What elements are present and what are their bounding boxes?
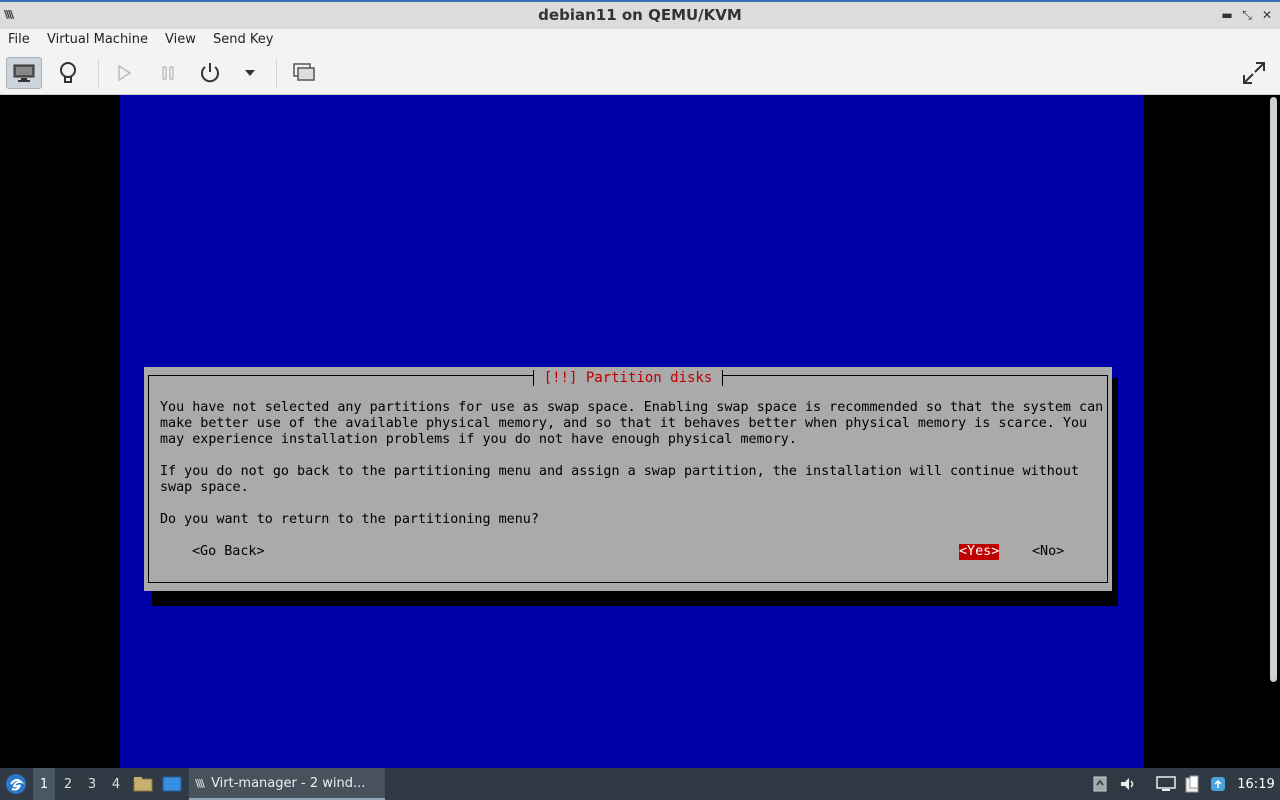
- shutdown-button[interactable]: [192, 57, 228, 89]
- fullscreen-button[interactable]: [1236, 57, 1272, 89]
- show-desktop-launcher[interactable]: [160, 768, 184, 800]
- menubar: File Virtual Machine View Send Key: [0, 29, 1280, 52]
- start-menu-button[interactable]: [2, 768, 30, 800]
- window-titlebar: \\\\ debian11 on QEMU/KVM ▬ ⤡ ✕: [0, 0, 1280, 29]
- desktop-icon: [162, 776, 182, 792]
- yes-button[interactable]: <Yes>: [959, 544, 1000, 560]
- clipboard-button[interactable]: [1182, 768, 1204, 800]
- console-button[interactable]: [6, 57, 42, 89]
- run-icon: [118, 64, 132, 82]
- workspace-3[interactable]: 3: [81, 768, 103, 800]
- go-back-button[interactable]: <Go Back>: [192, 544, 265, 560]
- dropdown-arrow-icon: [245, 70, 255, 76]
- message-line: swap space.: [160, 480, 249, 495]
- network-monitor-icon: [1156, 776, 1176, 791]
- menu-send-key[interactable]: Send Key: [213, 32, 273, 47]
- virt-manager-icon: \\\\: [195, 776, 205, 790]
- shutdown-menu-button[interactable]: [232, 57, 268, 89]
- snapshots-icon: [293, 63, 315, 81]
- toolbar-separator: [276, 60, 277, 88]
- updates-icon: [1093, 776, 1107, 792]
- details-lightbulb-icon: [60, 62, 76, 83]
- speaker-icon: [1121, 778, 1134, 790]
- power-icon: [201, 63, 219, 83]
- lxqt-menu-icon: [6, 774, 26, 794]
- scrollbar-thumb[interactable]: [1270, 97, 1277, 682]
- snapshots-button[interactable]: [286, 57, 322, 89]
- taskbar: 1 2 3 4 \\\\ Virt-manager - 2 wind... 16…: [0, 768, 1280, 800]
- volume-button[interactable]: [1118, 768, 1138, 800]
- taskbar-task-virt-manager[interactable]: \\\\ Virt-manager - 2 wind...: [189, 768, 385, 800]
- clock[interactable]: 16:19: [1236, 768, 1276, 800]
- partition-disks-dialog: [!!] Partition disks You have not select…: [144, 367, 1112, 591]
- toolbar: [0, 52, 1280, 95]
- message-line: make better use of the available physica…: [160, 416, 1088, 431]
- menu-file[interactable]: File: [8, 32, 30, 47]
- vertical-scrollbar[interactable]: [1267, 95, 1280, 768]
- pause-icon: [162, 66, 174, 80]
- notification-button[interactable]: [1208, 768, 1228, 800]
- run-button[interactable]: [106, 57, 142, 89]
- workspace-4[interactable]: 4: [105, 768, 127, 800]
- window-title: debian11 on QEMU/KVM: [538, 6, 742, 24]
- tray-item[interactable]: [1090, 768, 1110, 800]
- message-line: may experience installation problems if …: [160, 432, 797, 447]
- fullscreen-icon: [1243, 62, 1265, 84]
- pause-button[interactable]: [150, 57, 186, 89]
- details-button[interactable]: [50, 57, 86, 89]
- file-manager-launcher[interactable]: [132, 768, 154, 800]
- menu-virtual-machine[interactable]: Virtual Machine: [47, 32, 148, 47]
- maximize-icon[interactable]: ⤡: [1239, 7, 1255, 23]
- task-label: Virt-manager - 2 wind...: [211, 775, 366, 791]
- workspace-1[interactable]: 1: [33, 768, 55, 800]
- no-button[interactable]: <No>: [1032, 544, 1064, 560]
- toolbar-separator: [98, 60, 99, 88]
- dialog-title: [!!] Partition disks: [144, 367, 1112, 386]
- dialog-title-text: [!!] Partition disks: [532, 370, 724, 386]
- message-line: You have not selected any partitions for…: [160, 400, 1104, 415]
- network-button[interactable]: [1155, 768, 1177, 800]
- workspace-2[interactable]: 2: [57, 768, 79, 800]
- question-text: Do you want to return to the partitionin…: [160, 512, 539, 527]
- package-updates-icon: [1211, 777, 1225, 791]
- message-line: If you do not go back to the partitionin…: [160, 464, 1080, 479]
- folder-icon: [133, 777, 153, 792]
- console-icon: [13, 64, 35, 82]
- clipboard-icon: [1185, 775, 1199, 793]
- close-icon[interactable]: ✕: [1259, 7, 1275, 23]
- menu-view[interactable]: View: [165, 32, 196, 47]
- minimize-icon[interactable]: ▬: [1219, 7, 1235, 23]
